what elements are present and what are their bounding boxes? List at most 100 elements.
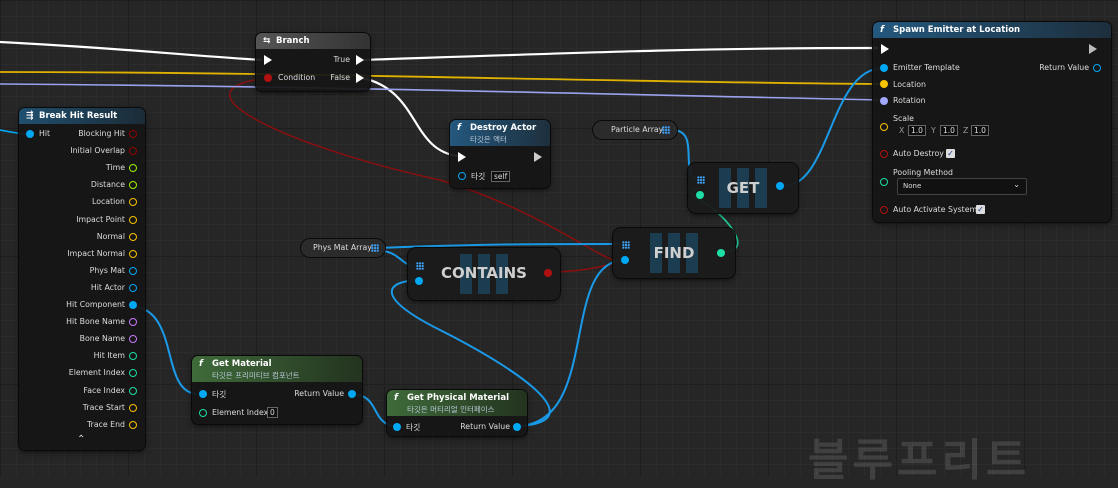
spawn-emitter-node[interactable]: f Spawn Emitter at Location Emitter Temp… [873,22,1111,222]
break-hit-output-pin[interactable] [129,369,137,378]
spawn-return-value-pin[interactable] [1093,64,1101,72]
branch-header[interactable]: ⇆ Branch [256,33,370,49]
particle-array-label: Particle Array [611,125,664,134]
break-hit-output-pin[interactable] [129,198,137,207]
auto-destroy-label: Auto Destroy [893,149,944,158]
branch-condition-pin[interactable] [264,74,272,82]
break-hit-output-pin[interactable] [129,232,137,241]
auto-destroy-checkbox[interactable]: ✓ [946,149,955,158]
break-hit-output-pin[interactable] [129,164,137,173]
phys-mat-array-node[interactable]: Phys Mat Array [301,239,385,257]
branch-condition-label: Condition [278,73,316,82]
branch-exec-in-pin[interactable] [264,55,272,65]
break-hit-header[interactable]: ⇶ Break Hit Result [19,108,145,124]
get-macro-node[interactable]: GET [688,163,798,213]
break-hit-output-pin[interactable] [129,181,137,190]
break-hit-output-label: Hit Item [93,351,125,361]
get-phys-mat-return-pin[interactable] [513,423,521,431]
auto-destroy-pin[interactable] [880,150,888,158]
location-label: Location [893,80,926,89]
emitter-template-pin[interactable] [880,64,888,72]
scale-pin[interactable] [880,123,888,131]
get-material-target-label: 타깃 [212,390,227,399]
contains-macro-node[interactable]: CONTAINS [408,248,560,300]
auto-activate-pin[interactable] [880,206,888,214]
break-hit-output-pin[interactable] [129,420,137,429]
get-physical-material-node[interactable]: f Get Physical Material 타깃은 머티리얼 인터페이스 타… [387,390,527,436]
scale-z-label: Z [963,126,969,135]
rotator-wire-rotation [0,83,883,101]
pooling-method-dropdown[interactable]: None ⌄ [897,178,1027,195]
break-hit-output-pin[interactable] [129,403,137,412]
particle-array-node[interactable]: Particle Array [593,121,677,139]
spawn-exec-out-pin[interactable] [1089,44,1097,54]
array-pin-icon[interactable] [662,126,670,134]
branch-false-label: False [330,73,350,82]
get-material-header[interactable]: f Get Material 타깃은 프리미티브 컴포넌트 [192,356,362,382]
break-hit-result-node[interactable]: ⇶ Break Hit Result Hit Blocking Hit Initi… [19,108,145,450]
destroy-actor-node[interactable]: f Destroy Actor 타깃은 액터 타깃 self [450,120,550,188]
spawn-emitter-header[interactable]: f Spawn Emitter at Location [873,22,1111,38]
element-index-input[interactable]: 0 [267,407,278,418]
break-hit-output-pin[interactable] [129,352,137,361]
exec-wire-true [361,46,879,62]
destroy-target-pin[interactable] [458,172,466,180]
break-hit-output-pin[interactable] [129,266,137,275]
break-hit-output-pin[interactable] [129,130,137,138]
emitter-template-label: Emitter Template [893,63,960,72]
location-pin[interactable] [880,80,888,88]
object-wire-get-to-template [783,67,883,187]
auto-activate-label: Auto Activate System [893,205,978,214]
destroy-target-value[interactable]: self [491,171,511,182]
break-hit-output-label: Initial Overlap [70,146,125,156]
function-icon: f [880,25,884,35]
branch-icon: ⇆ [263,36,271,46]
branch-true-pin[interactable] [356,55,364,65]
destroy-actor-header[interactable]: f Destroy Actor 타깃은 액터 [450,120,550,146]
break-hit-output-pin[interactable] [129,283,137,292]
get-material-target-pin[interactable] [199,390,207,398]
break-hit-output-pin[interactable] [129,301,137,309]
contains-macro-label: CONTAINS [441,264,527,282]
destroy-actor-subtitle: 타깃은 액터 [470,135,507,144]
get-material-title: Get Material [212,359,272,369]
get-phys-mat-header[interactable]: f Get Physical Material 타깃은 머티리얼 인터페이스 [387,390,527,416]
rotation-pin[interactable] [880,97,888,105]
get-phys-mat-target-pin[interactable] [393,423,401,431]
pooling-method-pin[interactable] [880,178,888,186]
get-material-node[interactable]: f Get Material 타깃은 프리미티브 컴포넌트 타깃 Return … [192,356,362,424]
scale-y-input[interactable]: 1.0 [940,125,958,136]
destroy-exec-out-pin[interactable] [534,152,542,162]
destroy-exec-in-pin[interactable] [458,152,466,162]
get-material-return-pin[interactable] [348,390,356,398]
break-hit-output-pin[interactable] [129,249,137,258]
branch-node[interactable]: ⇆ Branch Condition True False [256,33,370,91]
break-hit-output-pin[interactable] [129,386,137,395]
break-hit-output-label: Hit Actor [90,282,125,292]
break-hit-output-label: Distance [90,180,125,190]
break-hit-output-label: Normal [96,231,125,241]
break-hit-output-pin[interactable] [129,215,137,224]
find-macro-node[interactable]: FIND [613,228,735,278]
break-hit-output-pin[interactable] [129,335,137,344]
scale-x-label: X [899,126,905,135]
scale-z-input[interactable]: 1.0 [971,125,989,136]
spawn-exec-in-pin[interactable] [881,44,889,54]
find-macro-label: FIND [653,244,695,262]
break-hit-output-label: Trace Start [82,402,125,412]
branch-title: Branch [276,36,310,46]
auto-activate-checkbox[interactable]: ✓ [976,205,985,214]
get-macro-label: GET [726,179,760,197]
scale-x-input[interactable]: 1.0 [908,125,926,136]
element-index-pin[interactable] [199,409,207,417]
expand-icon[interactable]: ⌃ [77,434,85,445]
break-hit-output-label: Bone Name [79,334,125,344]
break-hit-output-label: Impact Normal [67,248,125,258]
break-hit-output-pin[interactable] [129,147,137,156]
break-hit-title: Break Hit Result [39,111,118,121]
break-hit-input-pin[interactable] [26,130,34,138]
array-pin-icon[interactable] [371,244,379,252]
break-hit-output-pin[interactable] [129,318,137,327]
break-hit-output-label: Hit Component [66,300,125,309]
branch-false-pin[interactable] [356,73,364,83]
